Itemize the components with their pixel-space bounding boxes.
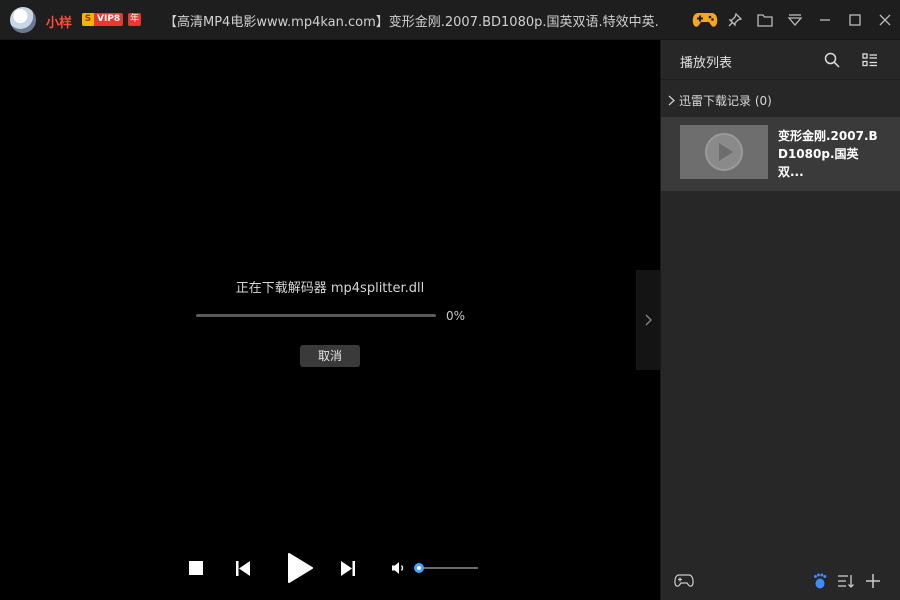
footprint-icon[interactable]: [809, 571, 831, 591]
gamepad-icon[interactable]: [690, 0, 720, 40]
video-thumbnail: [680, 125, 768, 179]
vip-s-badge: S: [82, 13, 94, 26]
next-icon[interactable]: [338, 558, 358, 578]
playlist-panel: 播放列表 迅雷下载记录 (0) 变形金刚.2007.BD1080p.国英双...…: [660, 40, 900, 600]
username[interactable]: 小样: [46, 12, 72, 31]
video-area[interactable]: 正在下载解码器 mp4splitter.dll 0% 取消: [0, 40, 660, 550]
playlist-item[interactable]: 变形金刚.2007.BD1080p.国英双... --: [661, 117, 900, 191]
title-bar: 小样 S VIP8 年 【高清MP4电影www.mp4kan.com】变形金刚.…: [0, 0, 900, 40]
folder-icon[interactable]: [750, 0, 780, 40]
download-progress-bar: [196, 314, 436, 317]
vip-level-label: VIP8: [97, 14, 121, 24]
playlist-item-duration: --: [778, 163, 787, 177]
chevron-right-icon: [645, 314, 652, 326]
window-title: 【高清MP4电影www.mp4kan.com】变形金刚.2007.BD1080p…: [164, 15, 660, 30]
play-icon[interactable]: [284, 552, 316, 584]
dropdown-menu-icon[interactable]: [780, 0, 810, 40]
list-view-icon[interactable]: [860, 50, 880, 70]
decoder-download-message: 正在下载解码器 mp4splitter.dll: [235, 281, 425, 296]
download-progress-text: 0%: [446, 309, 466, 323]
title-bar-icons: [690, 0, 900, 40]
vip-badge[interactable]: S VIP8: [82, 13, 124, 26]
pin-icon[interactable]: [720, 0, 750, 40]
sort-icon[interactable]: [835, 571, 857, 591]
close-icon[interactable]: [870, 0, 900, 40]
year-badge: 年: [128, 13, 141, 26]
playlist-group-label: 迅雷下载记录 (0): [679, 93, 772, 108]
cancel-button[interactable]: 取消: [300, 345, 360, 367]
minimize-icon[interactable]: [810, 0, 840, 40]
playlist-item-name: 变形金刚.2007.BD1080p.国英双...: [778, 129, 878, 179]
volume-slider-handle[interactable]: [414, 563, 425, 573]
playlist-header: 播放列表: [661, 40, 900, 80]
maximize-icon[interactable]: [840, 0, 870, 40]
volume-icon[interactable]: [389, 558, 409, 578]
playlist-footer: [661, 565, 900, 597]
gamepad-icon[interactable]: [673, 571, 695, 591]
volume-slider[interactable]: [414, 563, 478, 573]
chevron-right-icon: [668, 95, 675, 105]
playlist-title: 播放列表: [680, 56, 733, 71]
stop-icon[interactable]: [186, 558, 206, 578]
playback-controls: [0, 550, 660, 600]
playlist-group-thunder-downloads[interactable]: 迅雷下载记录 (0): [661, 88, 900, 112]
previous-icon[interactable]: [233, 558, 253, 578]
avatar[interactable]: [10, 7, 36, 33]
search-icon[interactable]: [822, 50, 842, 70]
playlist-toggle[interactable]: [636, 270, 660, 370]
play-circle-icon: [705, 133, 743, 171]
add-icon[interactable]: [862, 571, 884, 591]
